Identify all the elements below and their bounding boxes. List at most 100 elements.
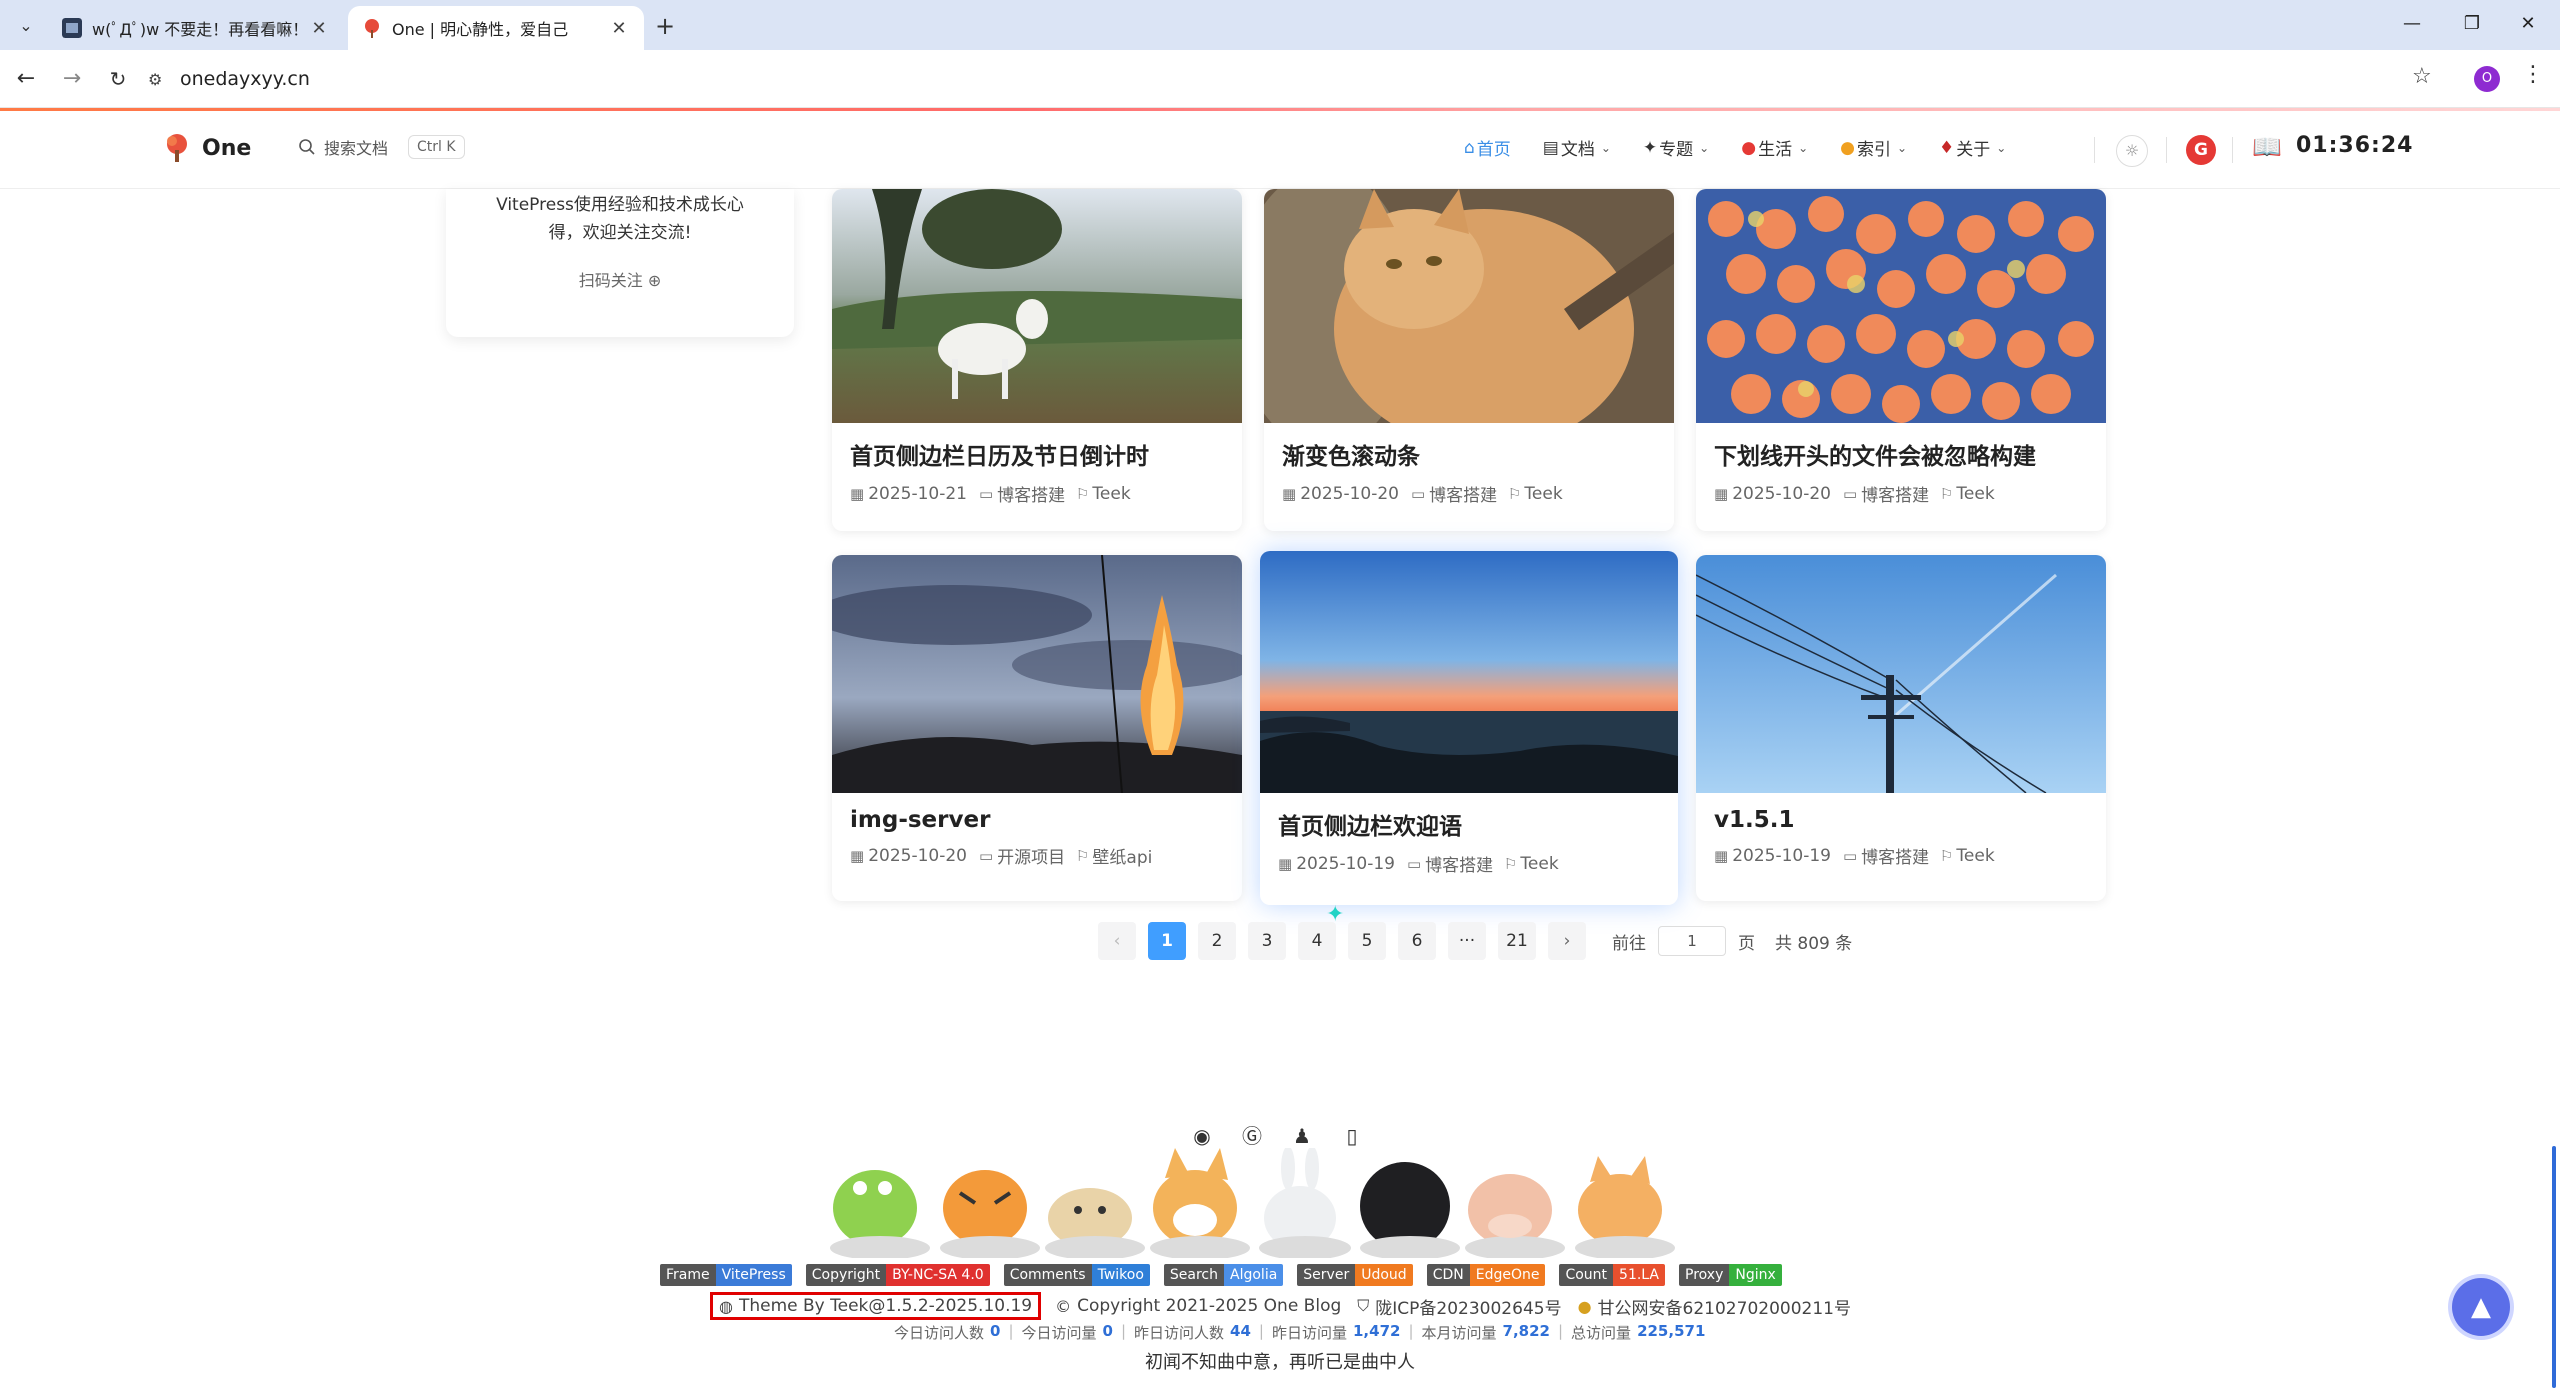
post-title[interactable]: v1.5.1	[1696, 793, 2106, 833]
post-card[interactable]: 渐变色滚动条 ▦ 2025-10-20 ▭ 博客搭建 ⚐ Teek	[1264, 189, 1674, 531]
search-button[interactable]: 搜索文档 Ctrl K	[298, 135, 465, 159]
stat-label: 本月访问量	[1421, 1324, 1497, 1342]
nav-index[interactable]: ● 索引 ⌄	[1840, 135, 1907, 161]
close-window-button[interactable]: ✕	[2500, 8, 2556, 40]
post-card[interactable]: v1.5.1 ▦ 2025-10-19 ▭ 博客搭建 ⚐ Teek	[1696, 555, 2106, 901]
nav-topics[interactable]: ✦ 专题 ⌄	[1643, 135, 1709, 161]
post-tag[interactable]: ⚐ 壁纸api	[1077, 843, 1152, 869]
page-1-button[interactable]: 1	[1148, 922, 1186, 960]
post-tag[interactable]: ⚐ Teek	[1941, 846, 1995, 866]
stat-value: 7,822	[1502, 1322, 1550, 1340]
badge-server[interactable]: Server Udoud	[1297, 1264, 1413, 1286]
post-category[interactable]: ▭ 博客搭建	[1843, 843, 1929, 869]
copyright-link[interactable]: © Copyright 2021-2025 One Blog	[1055, 1296, 1341, 1316]
police-link[interactable]: ● 甘公网安备62102702000211号	[1578, 1294, 1851, 1319]
page-21-button[interactable]: 21	[1498, 922, 1536, 960]
badge-search[interactable]: Search Algolia	[1163, 1264, 1284, 1286]
floating-rocket-button[interactable]: ▲	[2452, 1278, 2510, 1336]
post-tag[interactable]: ⚐ Teek	[1077, 484, 1131, 504]
tab-search-button[interactable]: ⌄	[10, 10, 42, 40]
badge-count[interactable]: Count 51.LA	[1559, 1264, 1666, 1286]
stat-label: 昨日访问人数	[1134, 1324, 1225, 1342]
more-pages-button[interactable]: ···	[1448, 922, 1486, 960]
forward-button[interactable]: →	[56, 63, 88, 95]
mobile-icon[interactable]: ▯	[1340, 1124, 1364, 1148]
post-category[interactable]: ▭ 博客搭建	[979, 481, 1065, 507]
post-title[interactable]: 渐变色滚动条	[1264, 423, 1674, 471]
browser-tab-1[interactable]: w(ﾟДﾟ)w 不要走！再看看嘛！ ✕	[48, 6, 344, 50]
icp-text: 陇ICP备2023002645号	[1375, 1298, 1562, 1319]
post-tag[interactable]: ⚐ Teek	[1505, 854, 1559, 874]
badge-frame[interactable]: Frame VitePress	[660, 1264, 792, 1286]
page-6-button[interactable]: 6	[1398, 922, 1436, 960]
prev-page-button[interactable]: ‹	[1098, 922, 1136, 960]
post-category[interactable]: ▭ 博客搭建	[1843, 481, 1929, 507]
stat-label: 今日访问量	[1021, 1324, 1097, 1342]
nav-docs[interactable]: ▤ 文档 ⌄	[1543, 135, 1611, 161]
post-category[interactable]: ▭ 博客搭建	[1407, 851, 1493, 877]
page-5-button[interactable]: 5	[1348, 922, 1386, 960]
next-page-button[interactable]: ›	[1548, 922, 1586, 960]
badge-copyright[interactable]: Copyright BY-NC-SA 4.0	[805, 1264, 990, 1286]
close-icon[interactable]: ✕	[308, 18, 330, 39]
post-title[interactable]: 首页侧边栏日历及节日倒计时	[832, 423, 1242, 471]
nav-about[interactable]: ♦ 关于 ⌄	[1939, 135, 2006, 161]
site-logo[interactable]: One	[162, 133, 251, 163]
new-tab-button[interactable]: +	[650, 12, 680, 42]
page-2-button[interactable]: 2	[1198, 922, 1236, 960]
post-date: ▦ 2025-10-20	[1282, 484, 1399, 504]
icp-link[interactable]: ⛉ 陇ICP备2023002645号	[1357, 1294, 1561, 1319]
tree-logo-icon	[167, 134, 187, 162]
theme-link[interactable]: ◍ Theme By Teek@1.5.2-2025.10.19	[710, 1292, 1042, 1320]
back-button[interactable]: ←	[10, 63, 42, 95]
badge-proxy[interactable]: Proxy Nginx	[1679, 1264, 1782, 1286]
post-card[interactable]: 首页侧边栏日历及节日倒计时 ▦ 2025-10-21 ▭ 博客搭建 ⚐ Teek	[832, 189, 1242, 531]
badge-key: Count	[1559, 1264, 1614, 1286]
nav-label: 首页	[1476, 140, 1511, 160]
profile-avatar[interactable]: O	[2474, 66, 2500, 92]
theme-toggle-icon[interactable]: ☼	[2116, 135, 2148, 167]
browser-menu-icon[interactable]: ⋮	[2522, 62, 2544, 87]
goto-page-input[interactable]: 1	[1658, 926, 1726, 956]
post-card[interactable]: img-server ▦ 2025-10-20 ▭ 开源项目 ⚐ 壁纸api	[832, 555, 1242, 901]
g-brand-icon[interactable]: G	[2186, 135, 2216, 165]
nav-home[interactable]: ⌂ 首页	[1464, 135, 1511, 161]
post-tag[interactable]: ⚐ Teek	[1509, 484, 1563, 504]
police-badge-icon: ●	[1577, 1296, 1592, 1316]
nav-life[interactable]: ● 生活 ⌄	[1741, 135, 1808, 161]
tab-title: w(ﾟДﾟ)w 不要走！再看看嘛！	[92, 20, 308, 39]
nav-label: 专题	[1659, 140, 1694, 160]
badge-comments[interactable]: Comments Twikoo	[1003, 1264, 1150, 1286]
page-3-button[interactable]: 3	[1248, 922, 1286, 960]
post-card[interactable]: 下划线开头的文件会被忽略构建 ▦ 2025-10-20 ▭ 博客搭建 ⚐ Teek	[1696, 189, 2106, 531]
post-title[interactable]: img-server	[832, 793, 1242, 833]
restore-button[interactable]: ❐	[2444, 8, 2500, 40]
folder-icon: ▭	[978, 846, 994, 865]
bookmark-icon: ⚐	[1941, 846, 1953, 865]
bookmark-star-icon[interactable]: ☆	[2412, 64, 2432, 89]
follow-button[interactable]: 扫码关注 ⊕	[446, 267, 794, 291]
github-icon[interactable]: ◉	[1190, 1124, 1214, 1148]
blogger-description: VitePress使用经验和技术成长心得，欢迎关注交流!	[496, 195, 744, 243]
site-info-icon[interactable]: ⚙	[148, 70, 174, 89]
close-icon[interactable]: ✕	[608, 18, 630, 39]
post-tag[interactable]: ⚐ Teek	[1941, 484, 1995, 504]
post-category[interactable]: ▭ 开源项目	[978, 843, 1065, 869]
post-category[interactable]: ▭ 博客搭建	[1411, 481, 1497, 507]
qq-icon[interactable]: ♟	[1290, 1124, 1314, 1148]
footer-info-line: ◍ Theme By Teek@1.5.2-2025.10.19 © Copyr…	[710, 1292, 1867, 1320]
post-card[interactable]: 首页侧边栏欢迎语 ▦ 2025-10-19 ▭ 博客搭建 ⚐ Teek	[1260, 551, 1678, 905]
home-icon: ⌂	[1464, 137, 1475, 158]
post-title[interactable]: 下划线开头的文件会被忽略构建	[1696, 423, 2106, 471]
page-4-button[interactable]: 4	[1298, 922, 1336, 960]
reload-button[interactable]: ↻	[102, 63, 134, 95]
address-bar[interactable]: ⚙ onedayxyy.cn	[148, 58, 2446, 100]
badge-value: Nginx	[1729, 1264, 1782, 1286]
post-title[interactable]: 首页侧边栏欢迎语	[1260, 793, 1678, 841]
scrollbar-thumb[interactable]	[2552, 1146, 2556, 1388]
minimize-button[interactable]: —	[2384, 8, 2440, 40]
gitee-icon[interactable]: Ⓖ	[1240, 1124, 1264, 1148]
browser-tab-2[interactable]: One | 明心静性，爱自己 ✕	[348, 6, 644, 50]
reading-mode-icon[interactable]: 📖	[2252, 133, 2282, 161]
badge-cdn[interactable]: CDN EdgeOne	[1426, 1264, 1546, 1286]
